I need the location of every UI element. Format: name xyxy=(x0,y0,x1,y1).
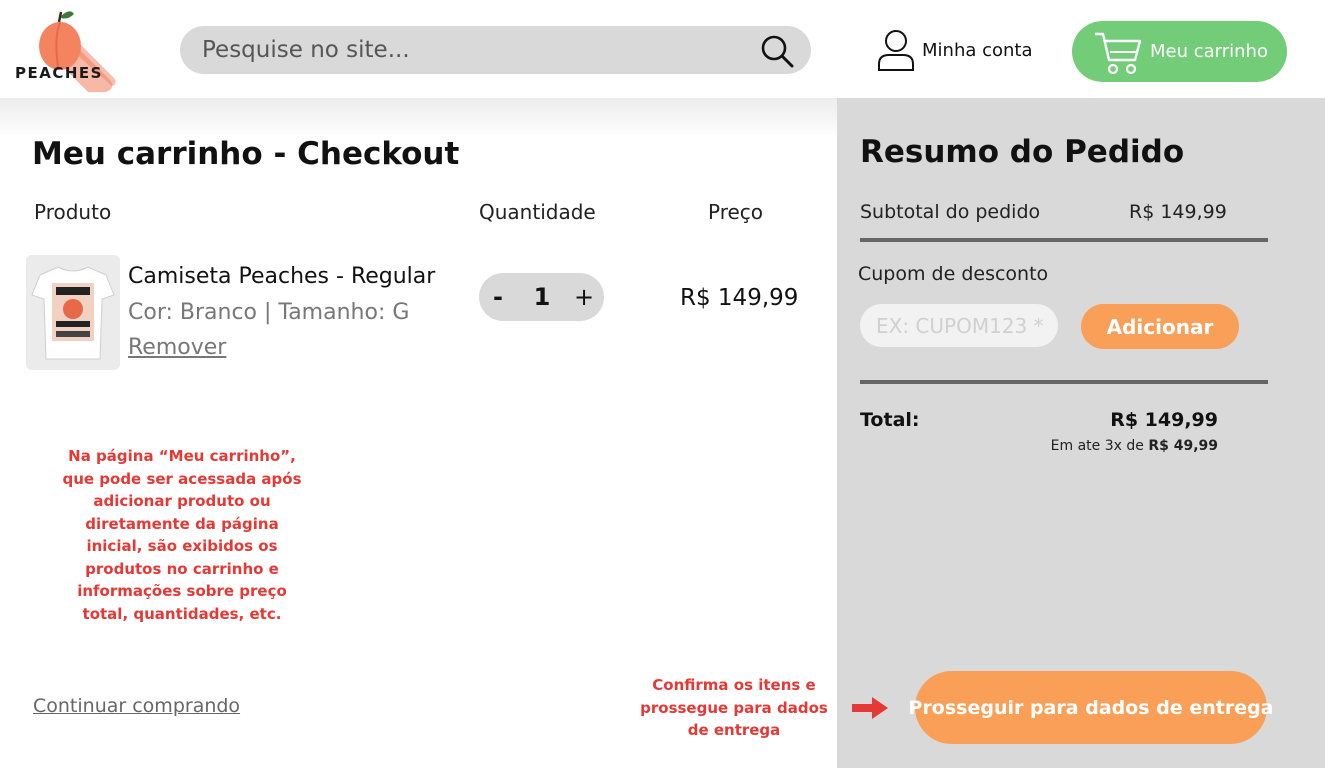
header-shadow xyxy=(0,98,837,138)
arrow-right-icon xyxy=(852,697,888,719)
coupon-label: Cupom de desconto xyxy=(858,263,1049,285)
item-price: R$ 149,99 xyxy=(680,285,799,311)
search-bar xyxy=(180,26,811,74)
quantity-decrease-button[interactable]: - xyxy=(483,273,513,321)
add-coupon-button[interactable]: Adicionar xyxy=(1081,304,1239,349)
product-variant: Cor: Branco | Tamanho: G xyxy=(128,300,410,325)
product-image[interactable] xyxy=(26,255,120,370)
header: PEACHES Minha conta Meu carrinho xyxy=(0,0,1325,98)
summary-title: Resumo do Pedido xyxy=(860,134,1185,170)
column-header-product: Produto xyxy=(34,200,112,224)
proceed-to-delivery-button[interactable]: Prosseguir para dados de entrega xyxy=(909,671,1274,744)
subtotal-value: R$ 149,99 xyxy=(1129,201,1227,223)
cart-button[interactable]: Meu carrinho xyxy=(1072,21,1287,82)
order-summary-panel: Resumo do Pedido Subtotal do pedido R$ 1… xyxy=(837,98,1325,768)
subtotal-label: Subtotal do pedido xyxy=(860,201,1041,223)
quantity-increase-button[interactable]: + xyxy=(569,273,599,321)
account-link[interactable]: Minha conta xyxy=(876,28,1033,72)
total-value: R$ 149,99 xyxy=(1110,409,1218,431)
page-title: Meu carrinho - Checkout xyxy=(32,136,460,172)
account-label: Minha conta xyxy=(922,39,1033,61)
column-header-price: Preço xyxy=(708,200,764,224)
quantity-value[interactable]: 1 xyxy=(525,273,559,321)
quantity-stepper: - 1 + xyxy=(479,273,604,321)
installments-text: Em ate 3x de R$ 49,99 xyxy=(1051,438,1218,454)
divider xyxy=(860,380,1268,384)
cart-label: Meu carrinho xyxy=(1150,41,1268,62)
remove-link[interactable]: Remover xyxy=(128,335,226,360)
annotation-proceed-note: Confirma os itens e prossegue para dados… xyxy=(640,676,828,739)
peaches-logo[interactable]: PEACHES xyxy=(12,6,122,94)
coupon-input[interactable] xyxy=(860,304,1058,347)
product-name[interactable]: Camiseta Peaches - Regular xyxy=(128,264,435,289)
annotation-cart-note: Na página “Meu carrinho”, que pode ser a… xyxy=(62,447,302,623)
column-header-quantity: Quantidade xyxy=(479,200,596,224)
user-icon xyxy=(878,30,914,71)
total-label: Total: xyxy=(860,409,920,431)
installments-prefix: Em ate 3x de xyxy=(1050,438,1149,454)
divider xyxy=(860,238,1268,242)
continue-shopping-link[interactable]: Continuar comprando xyxy=(33,695,240,717)
search-icon[interactable] xyxy=(759,33,795,69)
tshirt-icon xyxy=(26,255,120,370)
search-input[interactable] xyxy=(180,26,740,74)
installments-value: R$ 49,99 xyxy=(1148,438,1218,454)
logo-text: PEACHES xyxy=(15,64,103,82)
cart-icon xyxy=(1095,32,1142,74)
